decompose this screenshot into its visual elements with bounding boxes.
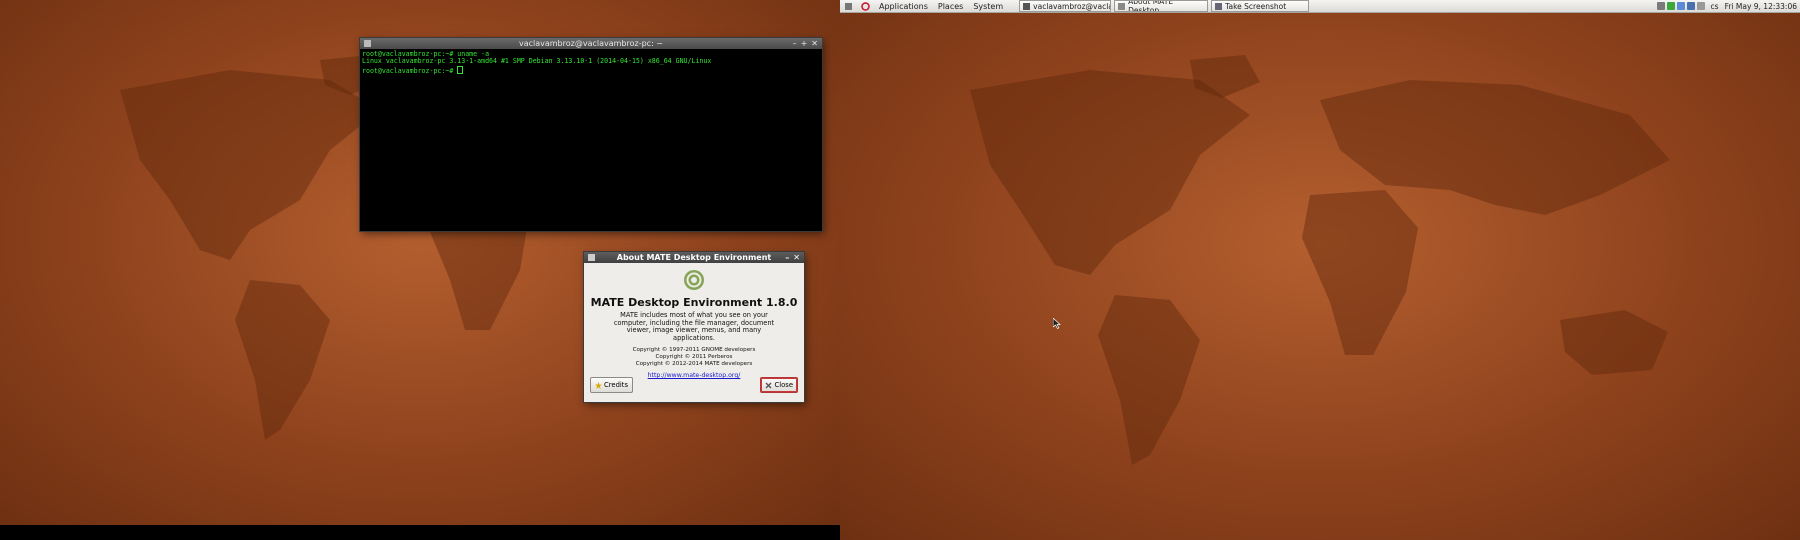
menu-places[interactable]: Places	[933, 0, 968, 12]
tray-check-icon[interactable]	[1666, 2, 1675, 10]
menu-applications[interactable]: Applications	[874, 0, 933, 12]
top-panel: Applications Places System vaclavambroz@…	[840, 0, 1800, 13]
copyright-line: Copyright © 1997-2011 GNOME developers	[632, 347, 756, 354]
credits-button[interactable]: Credits	[590, 377, 633, 393]
taskbar-item-screenshot[interactable]: Take Screenshot	[1211, 0, 1310, 12]
terminal-cursor	[457, 65, 464, 74]
minimize-icon[interactable]: –	[785, 253, 789, 262]
dialog-icon	[1118, 2, 1126, 10]
keyboard-layout[interactable]: cs	[1711, 2, 1719, 11]
copyright-line: Copyright © 2012-2014 MATE developers	[635, 360, 753, 367]
terminal-titlebar[interactable]: vaclavambroz@vaclavambroz-pc: ~ – + ✕	[360, 38, 822, 49]
credits-label: Credits	[604, 381, 628, 389]
about-dialog: About MATE Desktop Environment – ✕ MATE …	[584, 252, 804, 402]
taskbar-item-about[interactable]: About MATE Desktop ...	[1114, 0, 1209, 12]
taskbar-item-label: About MATE Desktop ...	[1128, 0, 1174, 12]
clock[interactable]: Fri May 9, 12:33:06	[1725, 2, 1797, 11]
menu-system[interactable]: System	[968, 0, 1008, 12]
close-icon[interactable]: ✕	[793, 253, 800, 262]
app-description: MATE includes most of what you see on yo…	[613, 311, 775, 342]
tray-power-icon[interactable]	[1696, 2, 1705, 10]
terminal-line: Linux vaclavambroz-pc 3.13-1-amd64 #1 SM…	[362, 57, 712, 66]
terminal-icon	[1023, 2, 1031, 10]
minimize-icon[interactable]: –	[793, 39, 797, 48]
screen-gap	[0, 525, 840, 540]
taskbar-item-label: Take Screenshot	[1225, 1, 1287, 11]
close-icon[interactable]: ✕	[811, 39, 818, 48]
system-tray: cs Fri May 9, 12:33:06	[1656, 2, 1800, 11]
copyright-line: Copyright © 2011 Perberos	[655, 353, 733, 360]
about-title: About MATE Desktop Environment	[616, 253, 772, 262]
close-x-icon	[765, 382, 772, 388]
debian-menu-icon[interactable]	[857, 0, 874, 12]
mouse-pointer-icon	[1053, 318, 1061, 329]
camera-icon	[1215, 2, 1223, 10]
app-name: MATE Desktop Environment 1.8.0	[590, 296, 798, 309]
panel-launcher-icon[interactable]	[840, 0, 857, 12]
terminal-title: vaclavambroz@vaclavambroz-pc: ~	[518, 39, 664, 48]
about-titlebar[interactable]: About MATE Desktop Environment – ✕	[584, 252, 804, 263]
taskbar-item-terminal[interactable]: vaclavambroz@vaclav...	[1019, 0, 1112, 12]
credits-icon	[595, 381, 602, 389]
maximize-icon[interactable]: +	[801, 39, 808, 48]
taskbar-item-label: vaclavambroz@vaclav...	[1033, 1, 1110, 11]
close-label: Close	[774, 381, 793, 389]
close-button[interactable]: Close	[760, 377, 798, 393]
tray-updates-icon[interactable]	[1656, 2, 1665, 10]
world-map-wallpaper-right	[970, 55, 1670, 465]
desktop-wallpaper-right	[840, 0, 1800, 540]
terminal-window: vaclavambroz@vaclavambroz-pc: ~ – + ✕ ro…	[360, 38, 822, 231]
mate-logo-icon	[684, 270, 704, 290]
terminal-content[interactable]: root@vaclavambroz-pc:~# uname -a Linux va…	[360, 49, 822, 77]
tray-network-icon[interactable]	[1676, 2, 1685, 10]
tray-hp-icon[interactable]	[1686, 2, 1695, 10]
terminal-prompt-line: root@vaclavambroz-pc:~#	[362, 66, 458, 75]
